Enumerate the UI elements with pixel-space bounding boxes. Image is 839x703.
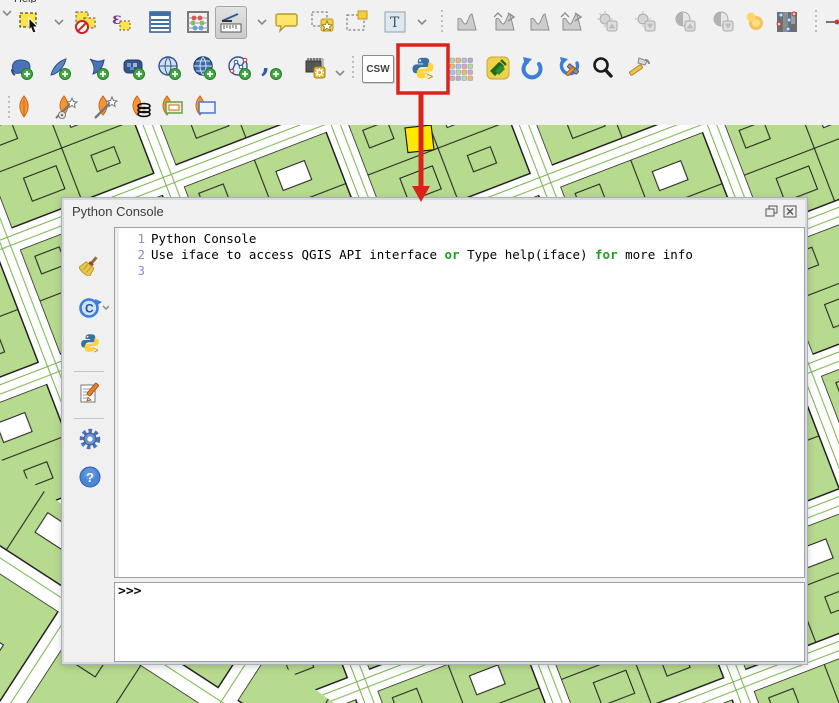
flame-pen-wand-icon[interactable] [92, 94, 118, 120]
contrast-increase-icon [672, 9, 698, 35]
keyword-for: for [595, 247, 618, 262]
measure-tool-button[interactable] [215, 6, 247, 39]
show-editor-icon[interactable] [79, 382, 101, 404]
close-panel-button[interactable] [783, 205, 797, 218]
add-postgis-layer-icon[interactable] [9, 55, 35, 81]
options-gear-icon[interactable] [79, 428, 101, 450]
histogram-stretch-icon [527, 9, 553, 35]
run-command-icon[interactable]: C [79, 297, 101, 319]
raster-swipe-icon[interactable] [774, 9, 800, 35]
chevron-down-icon[interactable] [0, 0, 14, 26]
chevron-down-icon[interactable] [255, 9, 269, 35]
console-line: 2Use iface to access QGIS API interface … [119, 247, 804, 263]
clear-console-icon[interactable] [79, 254, 101, 276]
line-number: 3 [119, 263, 151, 279]
toolbar-separator [441, 10, 443, 34]
svg-text:>: > [427, 72, 433, 81]
form-annotation-icon[interactable] [309, 9, 335, 35]
svg-text:,: , [261, 55, 270, 79]
metasearch-csw-button[interactable]: CSW [362, 55, 394, 83]
flame-pen-icon[interactable] [11, 94, 37, 120]
chevron-down-icon[interactable] [415, 9, 429, 35]
keyword-or: or [445, 247, 460, 262]
attribute-table-icon[interactable] [147, 9, 173, 35]
add-wfs-layer-icon[interactable] [227, 55, 253, 81]
add-oracle-layer-icon[interactable] [121, 55, 147, 81]
flame-pen-stack-icon[interactable] [127, 94, 153, 120]
toolbar-separator [815, 10, 817, 34]
text-annotation-icon[interactable]: T [382, 9, 408, 35]
histogram-stretch-icon [454, 9, 480, 35]
python-console-icon[interactable]: > [410, 55, 436, 81]
console-titlebar[interactable]: Python Console [64, 200, 805, 224]
svg-text:>: > [94, 346, 99, 354]
svg-text:?: ? [86, 470, 94, 485]
python-console-panel: Python Console C > ? 1Pyth [62, 198, 807, 664]
add-wcs-layer-icon[interactable] [192, 55, 218, 81]
console-sidebar: C > ? [64, 224, 114, 662]
sidebar-separator [74, 418, 104, 419]
menubar-help-fragment[interactable]: Help [14, 0, 37, 3]
histogram-stretch-arrows-icon [492, 9, 518, 35]
line-number: 2 [119, 247, 151, 263]
toolbar-separator [352, 56, 354, 80]
console-output-area[interactable]: 1Python Console 2Use iface to access QGI… [114, 227, 805, 578]
toolbar-separator [8, 96, 10, 120]
rebuild-icon[interactable] [557, 55, 583, 81]
contrast-decrease-icon [710, 9, 736, 35]
build-tools-icon[interactable] [627, 55, 653, 81]
line-text-a: Use iface to access QGIS API interface [151, 247, 445, 262]
line-text-b: Type [460, 247, 505, 262]
brightness-decrease-icon [632, 9, 658, 35]
console-line: 3 [119, 263, 804, 279]
add-spatialite-layer-icon[interactable] [47, 55, 73, 81]
touch-glow-icon[interactable] [742, 9, 768, 35]
brightness-increase-icon [594, 9, 620, 35]
console-title: Python Console [72, 204, 164, 219]
console-prompt: >>> [118, 584, 141, 599]
add-wms-layer-icon[interactable] [157, 55, 183, 81]
chevron-down-icon[interactable] [52, 9, 66, 35]
line-number: 1 [119, 231, 151, 247]
select-features-icon[interactable] [17, 9, 43, 35]
help-icon[interactable]: ? [79, 466, 101, 488]
python-run-icon[interactable]: > [79, 332, 101, 354]
plugin-installer-icon[interactable] [485, 55, 511, 81]
add-delimited-text-layer-icon[interactable]: , [258, 55, 284, 81]
undo-icon[interactable] [520, 55, 546, 81]
line-text: Python Console [151, 231, 256, 246]
svg-text:T: T [390, 15, 400, 31]
selected-parcel [405, 125, 434, 153]
flame-pen-wand-gear-icon[interactable] [53, 94, 79, 120]
flame-pen-frame-green-icon[interactable] [159, 94, 185, 120]
statistical-summary-icon[interactable] [185, 9, 211, 35]
qgis-window: Help ε T [0, 0, 839, 703]
sidebar-separator [74, 371, 104, 372]
manage-plugins-icon[interactable] [448, 55, 474, 81]
processing-toolbox-icon[interactable] [302, 55, 328, 81]
edge-fragment-icon [826, 9, 839, 35]
flame-pen-frame-blue-icon[interactable] [192, 94, 218, 120]
search-icon[interactable] [590, 55, 616, 81]
svg-text:C: C [85, 302, 94, 316]
console-input-area[interactable]: >>> [114, 582, 805, 662]
float-panel-button[interactable] [765, 205, 779, 218]
fold-margin [115, 228, 119, 577]
line-text-c: help(iface) [505, 247, 595, 262]
add-mssql-layer-icon[interactable] [85, 55, 111, 81]
select-by-expression-icon[interactable]: ε [108, 9, 134, 35]
html-annotation-icon[interactable] [344, 9, 370, 35]
console-line: 1Python Console [119, 231, 804, 247]
line-text-d: more info [618, 247, 693, 262]
chevron-down-icon[interactable] [333, 60, 347, 86]
toolbar-area: Help ε T [0, 0, 839, 125]
deselect-features-icon[interactable] [73, 9, 99, 35]
map-tips-icon[interactable] [274, 9, 300, 35]
histogram-stretch-arrows-icon [559, 9, 585, 35]
